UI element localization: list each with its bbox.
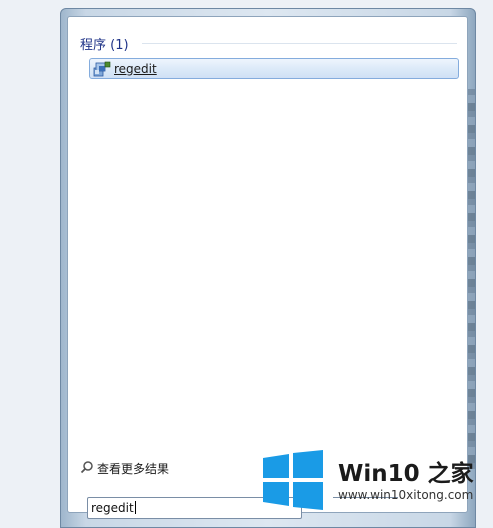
brand-url: www.win10xitong.com bbox=[338, 488, 474, 502]
see-more-results-label: 查看更多结果 bbox=[97, 462, 170, 476]
search-icon bbox=[80, 459, 94, 478]
group-divider bbox=[142, 43, 457, 44]
see-more-results-link[interactable]: 查看更多结果 bbox=[80, 459, 169, 478]
registry-editor-icon bbox=[93, 61, 111, 77]
windows-logo-icon bbox=[263, 450, 323, 510]
programs-group-header: 程序 (1) bbox=[80, 38, 129, 53]
site-watermark: Win10 之家 www.win10xitong.com bbox=[261, 445, 493, 521]
search-input-value: regedit bbox=[91, 501, 134, 515]
search-result-regedit[interactable]: regedit bbox=[89, 58, 459, 79]
brand-name: Win10 之家 bbox=[338, 461, 474, 487]
search-result-label: regedit bbox=[114, 61, 157, 76]
start-menu-panel: 程序 (1) regedit 查看更多结果 regedit bbox=[67, 16, 468, 519]
text-caret bbox=[134, 501, 136, 514]
brand-title: Win10 之家 bbox=[338, 454, 474, 488]
